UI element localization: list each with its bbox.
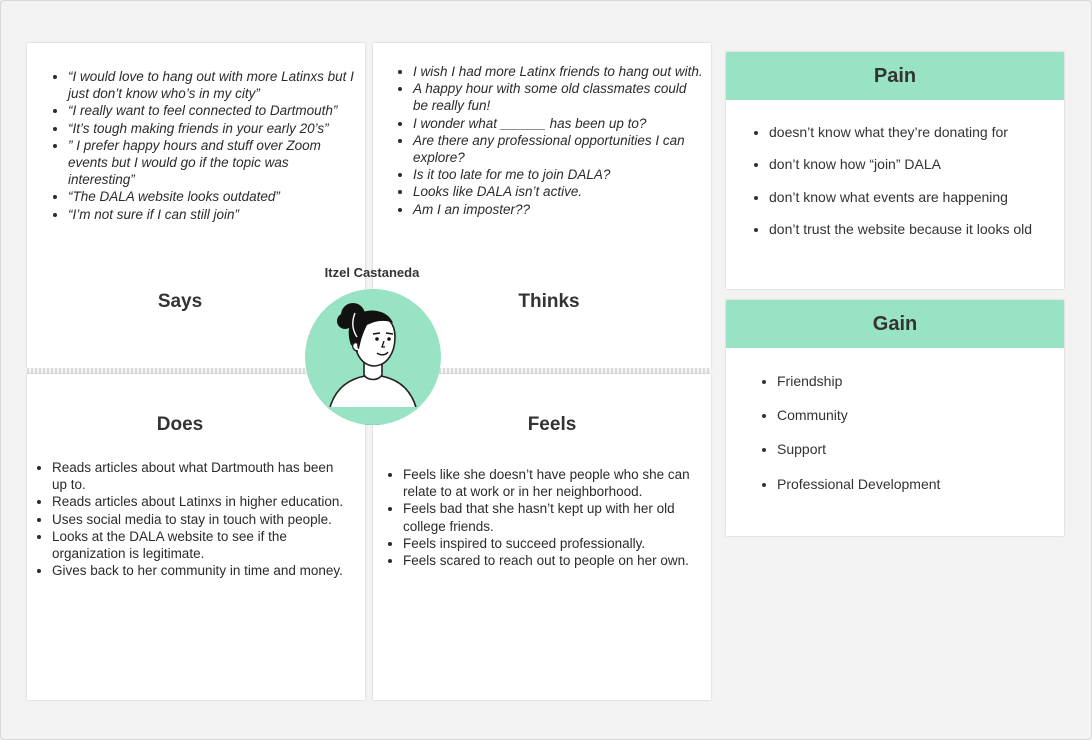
thinks-item: Are there any professional opportunities… <box>413 132 703 166</box>
says-item: “I’m not sure if I can still join” <box>68 206 358 223</box>
thinks-item: Am I an imposter?? <box>413 201 703 218</box>
persona-name: Itzel Castaneda <box>324 265 420 280</box>
gain-card: Gain Friendship Community Support Profes… <box>726 300 1064 536</box>
gain-item: Professional Development <box>777 467 1057 501</box>
gain-list: Friendship Community Support Professiona… <box>777 364 1057 501</box>
thinks-item: A happy hour with some old classmates co… <box>413 80 703 114</box>
says-item: ” I prefer happy hours and stuff over Zo… <box>68 137 358 189</box>
thinks-title: Thinks <box>518 291 580 312</box>
thinks-item: Is it too late for me to join DALA? <box>413 166 703 183</box>
thinks-item: I wonder what ______ has been up to? <box>413 115 703 132</box>
feels-item: Feels scared to reach out to people on h… <box>403 552 703 569</box>
does-item: Reads articles about Latinxs in higher e… <box>52 493 352 510</box>
feels-list: Feels like she doesn’t have people who s… <box>403 466 703 569</box>
does-item: Uses social media to stay in touch with … <box>52 511 352 528</box>
says-item: “The DALA website looks outdated” <box>68 188 358 205</box>
feels-title: Feels <box>527 414 577 435</box>
does-list: Reads articles about what Dartmouth has … <box>52 459 352 579</box>
pain-item: doesn’t know what they’re donating for <box>769 116 1059 148</box>
persona-avatar-icon <box>305 289 441 425</box>
feels-item: Feels bad that she hasn’t kept up with h… <box>403 500 703 534</box>
does-title: Does <box>156 414 204 435</box>
thinks-item: I wish I had more Latinx friends to hang… <box>413 63 703 80</box>
says-item: “It’s tough making friends in your early… <box>68 120 358 137</box>
pain-item: don’t know what events are happening <box>769 181 1059 213</box>
thinks-list: I wish I had more Latinx friends to hang… <box>413 63 703 218</box>
says-item: “I would love to hang out with more Lati… <box>68 68 358 102</box>
says-list: “I would love to hang out with more Lati… <box>68 68 358 223</box>
says-title: Says <box>157 291 203 312</box>
feels-item: Feels like she doesn’t have people who s… <box>403 466 703 500</box>
does-item: Looks at the DALA website to see if the … <box>52 528 352 562</box>
pain-card: Pain doesn’t know what they’re donating … <box>726 52 1064 289</box>
thinks-item: Looks like DALA isn’t active. <box>413 183 703 200</box>
pain-item: don’t trust the website because it looks… <box>769 213 1059 245</box>
gain-item: Friendship <box>777 364 1057 398</box>
pain-list: doesn’t know what they’re donating for d… <box>769 116 1059 245</box>
feels-item: Feels inspired to succeed professionally… <box>403 535 703 552</box>
gain-item: Community <box>777 398 1057 432</box>
does-item: Gives back to her community in time and … <box>52 562 352 579</box>
pain-title: Pain <box>726 52 1064 100</box>
does-item: Reads articles about what Dartmouth has … <box>52 459 352 493</box>
pain-item: don’t know how “join” DALA <box>769 148 1059 180</box>
says-item: “I really want to feel connected to Dart… <box>68 102 358 119</box>
gain-title: Gain <box>726 300 1064 348</box>
gain-item: Support <box>777 432 1057 466</box>
